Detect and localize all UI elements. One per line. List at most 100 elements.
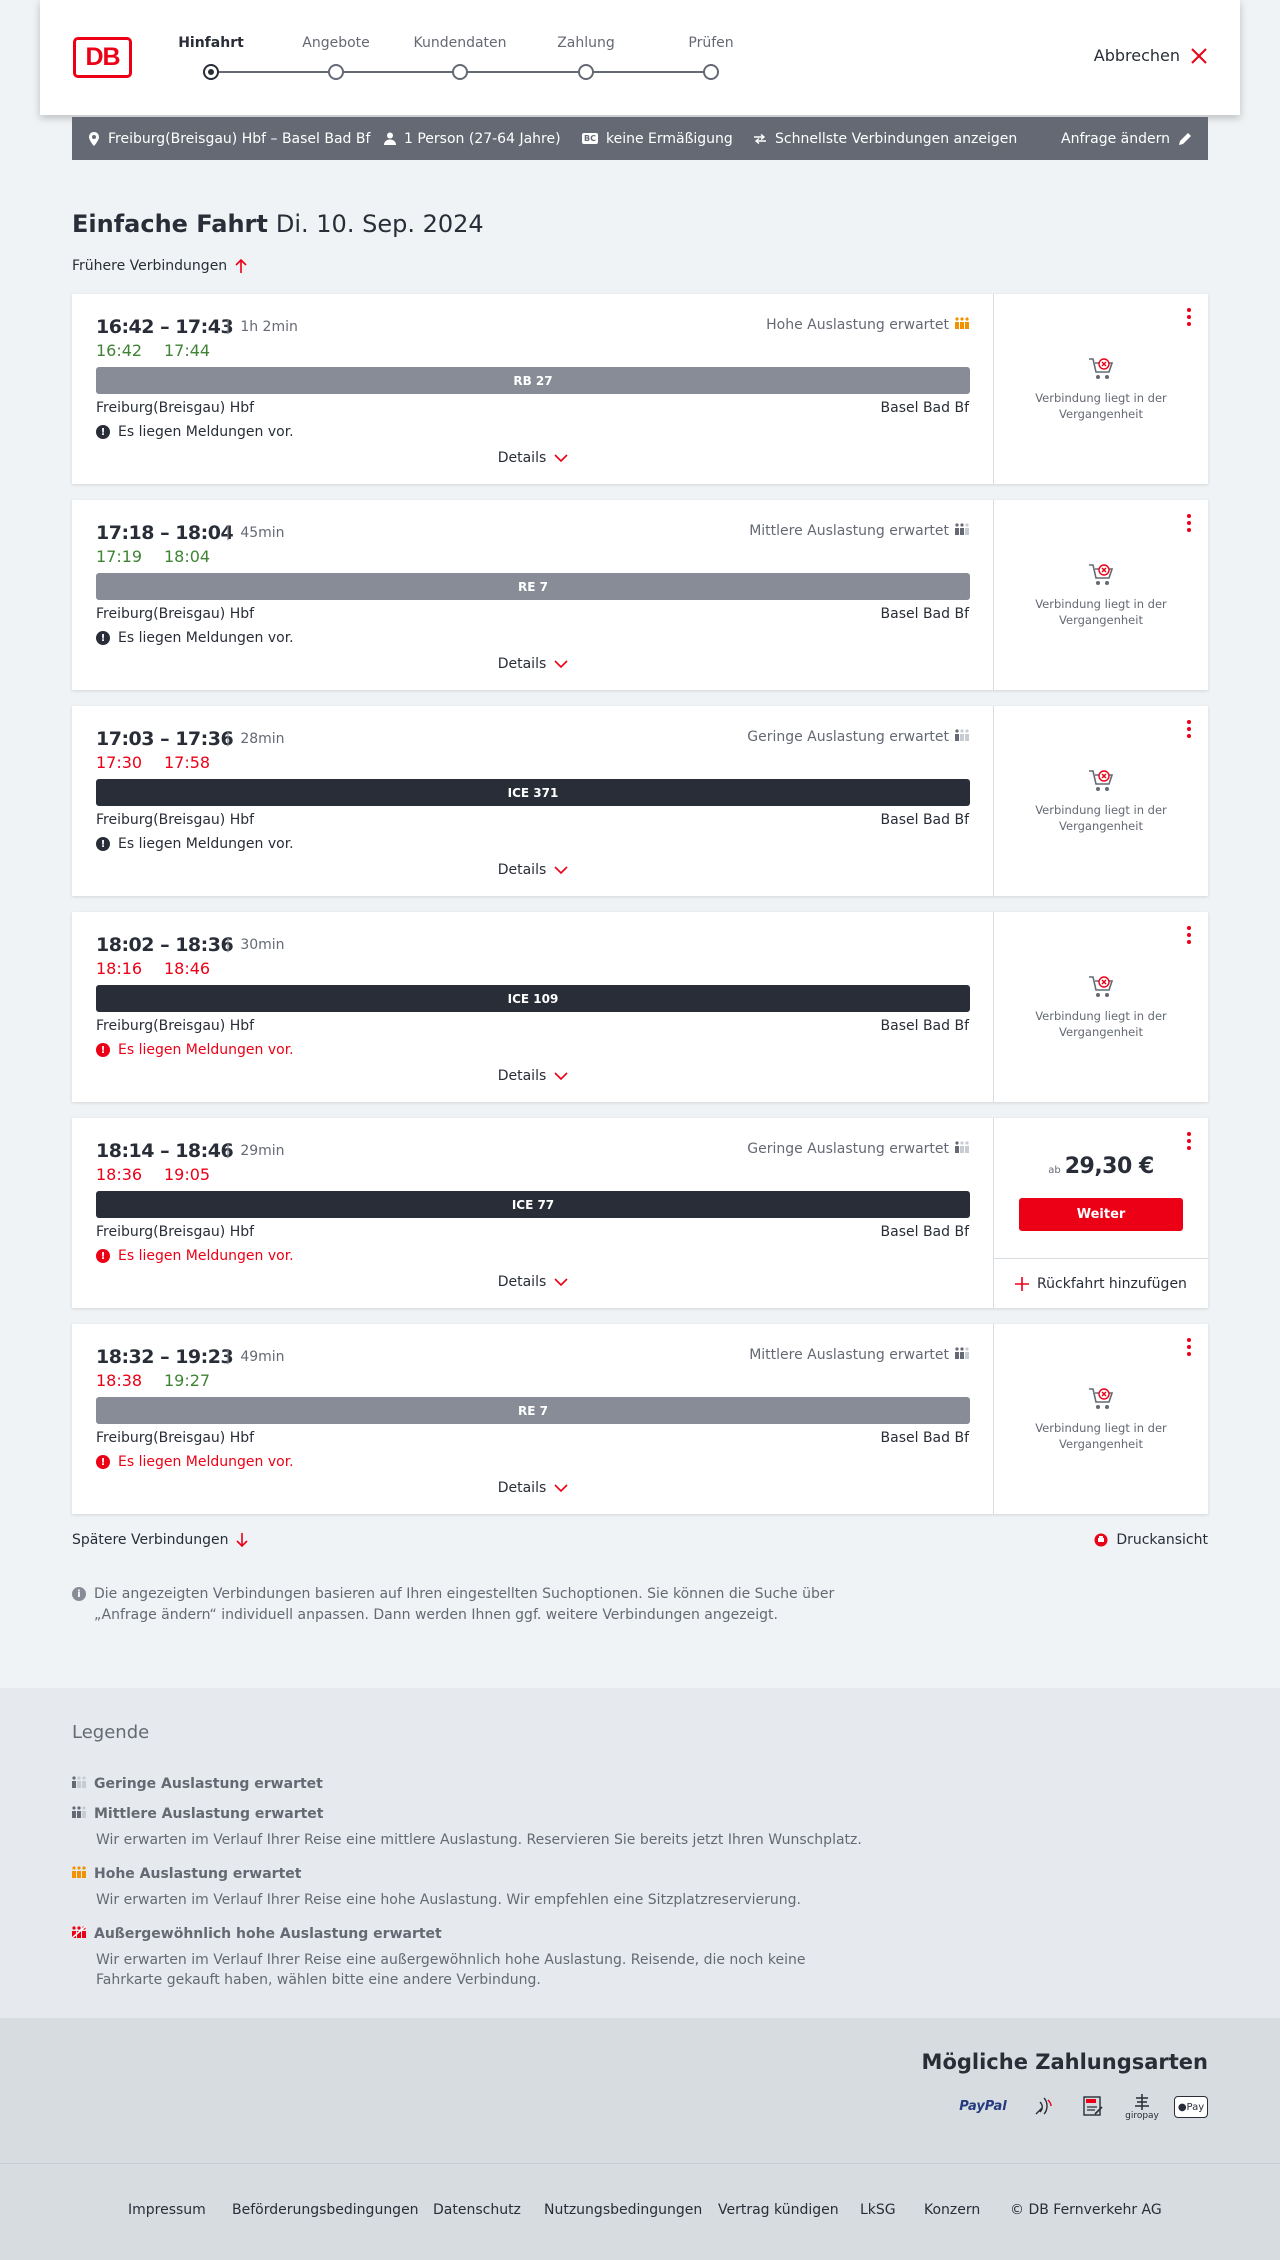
more-options-icon[interactable] <box>1186 1132 1192 1150</box>
legend-item-desc: Wir erwarten im Verlauf Ihrer Reise eine… <box>96 1832 862 1848</box>
legend-item-title: Hohe Auslastung erwartet <box>94 1866 302 1882</box>
later-connections-link[interactable]: Spätere Verbindungen <box>72 1532 249 1548</box>
duration: 45min <box>226 525 284 541</box>
train-bar[interactable]: ICE 77 <box>96 1191 970 1218</box>
alert-icon: ! <box>96 1249 110 1263</box>
chevron-down-icon <box>554 1072 568 1080</box>
train-name: RB 27 <box>513 373 553 388</box>
connection-details-pane[interactable]: 17:18 – 18:0445min 17:19 18:04 Mittlere Aus… <box>72 500 994 690</box>
connection-details-pane[interactable]: 18:14 – 18:4629min 18:36 19:05 Geringe Ausl… <box>72 1118 994 1308</box>
add-return-trip-button[interactable]: Rückfahrt hinzufügen <box>994 1258 1208 1308</box>
scheduled-times: 17:18 – 18:04 <box>96 522 234 544</box>
past-connection-notice: Verbindung liegt in der Vergangenheit <box>994 562 1208 628</box>
more-options-icon[interactable] <box>1186 308 1192 326</box>
connection-details-pane[interactable]: 18:32 – 19:2349min 18:38 19:27 Mittlere Aus… <box>72 1324 994 1514</box>
realtime-departure: 16:42 <box>96 341 143 360</box>
continue-button[interactable]: Weiter <box>1019 1198 1183 1231</box>
duration: 49min <box>226 1349 284 1365</box>
pencil-icon <box>1179 132 1191 145</box>
footer-link-vertrag-kuendigen[interactable]: Vertrag kündigen <box>718 2202 839 2218</box>
connection-card: 17:03 – 17:3628min 17:30 17:58 Geringe Ausl… <box>72 706 1208 896</box>
add-return-trip-label: Rückfahrt hinzufügen <box>1037 1275 1187 1292</box>
realtime-departure: 17:30 <box>96 753 143 772</box>
train-bar[interactable]: RE 7 <box>96 573 970 600</box>
details-toggle[interactable]: Details <box>72 862 994 878</box>
info-note: i Die angezeigten Verbindungen basieren … <box>72 1584 852 1626</box>
footer-link-datenschutz[interactable]: Datenschutz <box>433 2202 521 2218</box>
occupancy-low-icon <box>955 1141 969 1157</box>
details-label: Details <box>497 1480 547 1496</box>
connection-details-pane[interactable]: 17:03 – 17:3628min 17:30 17:58 Geringe Ausl… <box>72 706 994 896</box>
footer-link-lksg[interactable]: LkSG <box>860 2202 896 2218</box>
footer-link-befoerderungsbedingungen[interactable]: Beförderungsbedingungen <box>232 2202 419 2218</box>
step-label-pruefen: Prüfen <box>688 35 734 51</box>
notice-message: ! Es liegen Meldungen vor. <box>96 630 294 646</box>
connection-details-pane[interactable]: 16:42 – 17:431h 2min 16:42 17:44 Hohe Ausla… <box>72 294 994 484</box>
train-bar[interactable]: RB 27 <box>96 367 970 394</box>
realtime-arrival: 19:27 <box>164 1371 211 1390</box>
legend-item-desc: Wir erwarten im Verlauf Ihrer Reise eine… <box>96 1892 801 1908</box>
details-toggle[interactable]: Details <box>72 656 994 672</box>
page-title: Einfache Fahrt Di. 10. Sep. 2024 <box>72 210 484 238</box>
swap-arrows-icon <box>754 133 766 144</box>
fastest-connections-toggle[interactable]: Schnellste Verbindungen anzeigen <box>753 117 1017 160</box>
more-options-icon[interactable] <box>1186 926 1192 944</box>
more-options-icon[interactable] <box>1186 1338 1192 1356</box>
continue-label: Weiter <box>1076 1207 1126 1222</box>
cart-unavailable-icon <box>994 356 1208 382</box>
legend-section: Legende Geringe Auslastung erwartet Mittl… <box>0 1688 1280 2018</box>
details-toggle[interactable]: Details <box>72 1068 994 1084</box>
print-view-link[interactable]: Druckansicht <box>1094 1532 1208 1548</box>
chevron-down-icon <box>554 660 568 668</box>
more-options-icon[interactable] <box>1186 720 1192 738</box>
realtime-arrival: 18:46 <box>164 959 211 978</box>
legend-title: Legende <box>72 1722 150 1743</box>
persons-summary[interactable]: 1 Person (27-64 Jahre) <box>384 117 561 160</box>
train-name: RE 7 <box>518 579 548 594</box>
train-bar[interactable]: ICE 371 <box>96 779 970 806</box>
details-toggle[interactable]: Details <box>72 1480 994 1496</box>
train-name: ICE 77 <box>511 1197 555 1212</box>
realtime-arrival: 17:58 <box>164 753 211 772</box>
more-options-icon[interactable] <box>1186 514 1192 532</box>
details-toggle[interactable]: Details <box>72 1274 994 1290</box>
route-text: Freiburg(Breisgau) Hbf – Basel Bad Bf <box>108 130 371 147</box>
train-bar[interactable]: ICE 109 <box>96 985 970 1012</box>
discount-summary[interactable]: BC keine Ermäßigung <box>582 117 733 160</box>
footer-link-konzern[interactable]: Konzern <box>924 2202 980 2218</box>
apple-icon: ● <box>1177 2101 1187 2113</box>
footer-link-impressum[interactable]: Impressum <box>128 2202 206 2218</box>
change-request-button[interactable]: Anfrage ändern <box>1061 117 1192 160</box>
earlier-connections-link[interactable]: Frühere Verbindungen <box>72 258 247 274</box>
scheduled-times: 18:02 – 18:36 <box>96 934 234 956</box>
realtime-departure: 18:38 <box>96 1371 143 1390</box>
duration: 1h 2min <box>226 319 298 335</box>
scheduled-times: 16:42 – 17:43 <box>96 316 234 338</box>
past-connection-text: Verbindung liegt in der Vergangenheit <box>1035 391 1167 421</box>
db-logo[interactable]: DB <box>73 37 132 78</box>
route-summary[interactable]: Freiburg(Breisgau) Hbf – Basel Bad Bf <box>88 117 370 160</box>
past-connection-text: Verbindung liegt in der Vergangenheit <box>1035 803 1167 833</box>
occupancy-info: Geringe Auslastung erwartet <box>747 729 969 745</box>
footer-link-nutzungsbedingungen[interactable]: Nutzungsbedingungen <box>544 2202 702 2218</box>
connection-details-pane[interactable]: 18:02 – 18:3630min 18:16 18:46 ICE 109 Freib… <box>72 912 994 1102</box>
apple-pay-logo: ● Pay <box>1174 2096 1208 2118</box>
abort-button[interactable]: Abbrechen <box>1094 46 1208 65</box>
step-dot-hinfahrt <box>203 64 219 80</box>
cart-unavailable-icon <box>994 974 1208 1000</box>
notice-message: ! Es liegen Meldungen vor. <box>96 1042 294 1058</box>
details-toggle[interactable]: Details <box>72 450 994 466</box>
occupancy-low-icon <box>72 1776 86 1792</box>
alert-icon: ! <box>96 425 110 439</box>
notice-text: Es liegen Meldungen vor. <box>118 630 294 646</box>
train-bar[interactable]: RE 7 <box>96 1397 970 1424</box>
giropay-logo: giropay <box>1124 2090 1160 2124</box>
past-connection-notice: Verbindung liegt in der Vergangenheit <box>994 974 1208 1040</box>
notice-text: Es liegen Meldungen vor. <box>118 1248 294 1264</box>
occupancy-high-icon <box>72 1866 86 1882</box>
trip-type: Einfache Fahrt <box>72 210 268 238</box>
cart-unavailable-icon <box>994 562 1208 588</box>
legend-item-desc: Wir erwarten im Verlauf Ihrer Reise eine… <box>96 1952 806 1988</box>
close-icon <box>1191 47 1207 64</box>
arrow-up-icon <box>235 259 247 273</box>
